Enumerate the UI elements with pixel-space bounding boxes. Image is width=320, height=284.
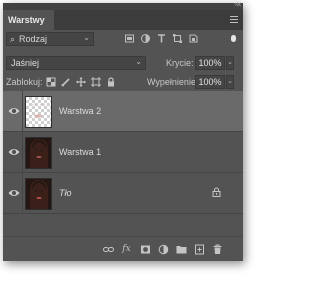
chevron-down-icon: ⌄ — [83, 33, 90, 42]
lock-position-icon[interactable] — [76, 77, 86, 87]
layer-row[interactable]: Tło — [3, 173, 243, 214]
lock-row: Zablokuj: Wypełnienie: 100% ⌄ — [3, 74, 243, 91]
visibility-eye-icon[interactable] — [8, 188, 20, 198]
blend-mode-select[interactable]: Jaśniej ⌄ — [6, 56, 146, 70]
opacity-label: Krycie: — [166, 58, 194, 68]
layer-row[interactable]: Warstwa 2 — [3, 91, 243, 132]
filter-row: ⌕ Rodzaj ⌄ — [3, 30, 243, 48]
new-layer-icon[interactable] — [194, 244, 205, 255]
layer-row[interactable]: Warstwa 1 — [3, 132, 243, 173]
visibility-eye-icon[interactable] — [8, 106, 20, 116]
shape-filter-icon[interactable] — [173, 34, 182, 43]
fill-input[interactable]: 100% — [195, 75, 225, 89]
blend-mode-value: Jaśniej — [11, 58, 40, 68]
layers-list: Warstwa 2 Warstwa 1 Tło — [3, 91, 243, 236]
image-filter-icon[interactable] — [125, 34, 134, 43]
lock-artboard-icon[interactable] — [91, 77, 101, 87]
layer-name: Warstwa 1 — [59, 147, 102, 157]
layer-thumbnail-lips — [31, 103, 46, 118]
smart-object-filter-icon[interactable] — [189, 34, 198, 43]
layer-thumbnail — [25, 137, 52, 169]
visibility-eye-icon[interactable] — [8, 147, 20, 157]
mask-icon[interactable] — [140, 244, 151, 255]
adjustment-icon[interactable] — [158, 244, 169, 255]
layer-thumbnail — [25, 178, 52, 210]
row-divider — [22, 91, 23, 132]
panel-top-strip: « ✕ — [3, 1, 243, 10]
layers-panel: « ✕ Warstwy ⌕ Rodzaj ⌄ Jaśniej ⌄ Krycie: — [3, 1, 243, 261]
adjustment-filter-icon[interactable] — [141, 34, 150, 43]
layer-name: Tło — [59, 188, 72, 198]
portrait-thumbnail — [26, 179, 51, 209]
opacity-slider-toggle[interactable]: ⌄ — [226, 56, 234, 70]
panel-menu-icon[interactable] — [230, 16, 238, 25]
layer-thumbnail — [25, 96, 52, 128]
chevron-down-icon: ⌄ — [135, 57, 142, 66]
row-divider — [22, 132, 23, 173]
tab-bar: Warstwy — [3, 10, 243, 30]
fx-icon[interactable]: fx — [121, 244, 132, 255]
filter-kind-select[interactable]: ⌕ Rodzaj ⌄ — [6, 32, 94, 46]
filter-kind-label: Rodzaj — [19, 34, 48, 44]
link-icon[interactable] — [103, 244, 114, 255]
close-icon[interactable]: ✕ — [236, 1, 242, 9]
portrait-thumbnail — [26, 138, 51, 168]
layer-name: Warstwa 2 — [59, 106, 102, 116]
filter-toggle[interactable] — [231, 35, 236, 42]
search-icon: ⌕ — [10, 34, 16, 44]
lock-pixels-icon[interactable] — [61, 77, 71, 87]
fill-slider-toggle[interactable]: ⌄ — [226, 75, 234, 89]
folder-icon[interactable] — [176, 244, 187, 255]
fill-label: Wypełnienie: — [147, 77, 199, 87]
bottom-toolbar: fx — [3, 236, 243, 261]
lock-label: Zablokuj: — [6, 77, 43, 87]
blend-row: Jaśniej ⌄ Krycie: 100% ⌄ — [3, 55, 243, 71]
lock-all-icon[interactable] — [106, 77, 116, 87]
lock-transparent-icon[interactable] — [46, 77, 56, 87]
opacity-input[interactable]: 100% — [195, 56, 225, 70]
type-filter-icon[interactable] — [157, 34, 166, 43]
trash-icon[interactable] — [212, 244, 223, 255]
layer-lock-icon[interactable] — [212, 187, 221, 197]
row-divider — [22, 173, 23, 214]
tab-layers[interactable]: Warstwy — [3, 10, 54, 30]
